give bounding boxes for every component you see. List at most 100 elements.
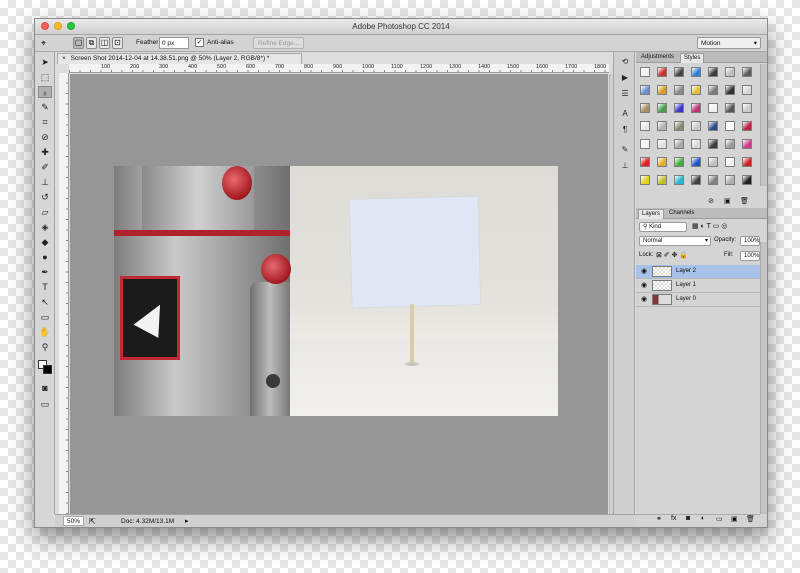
style-swatch[interactable] [657,103,667,113]
style-swatch[interactable] [691,139,701,149]
new-selection-button[interactable]: ▢ [73,37,84,49]
style-swatch[interactable] [742,139,752,149]
chevron-right-icon[interactable]: ▸ [185,515,189,527]
style-swatch[interactable] [725,175,735,185]
clone-stamp-tool[interactable]: ⊥ [38,176,52,188]
style-swatch[interactable] [691,67,701,77]
style-swatch[interactable] [708,121,718,131]
style-swatch[interactable] [725,85,735,95]
dodge-tool[interactable]: ● [38,251,52,263]
style-swatch[interactable] [657,85,667,95]
history-brush-tool[interactable]: ↺ [38,191,52,203]
style-swatch[interactable] [708,103,718,113]
style-swatch[interactable] [708,85,718,95]
trash-icon[interactable]: 🗑 [740,197,749,207]
layer-kind-filter[interactable]: ⚲ Kind [639,222,687,232]
fill-input[interactable]: 100% [740,251,760,261]
style-swatch[interactable] [742,85,752,95]
style-swatch[interactable] [691,175,701,185]
new-style-icon[interactable]: ▣ [724,197,731,207]
adjustment-layer-icon[interactable]: ◐ [701,515,705,522]
eye-icon[interactable]: ◉ [639,279,649,292]
style-swatch[interactable] [640,175,650,185]
tab-styles[interactable]: Styles [680,53,705,63]
style-swatch[interactable] [691,85,701,95]
style-swatch[interactable] [708,67,718,77]
type-tool[interactable]: T [38,281,52,293]
style-swatch[interactable] [674,67,684,77]
layer-row[interactable]: ◉ Layer 0 [636,293,760,307]
eraser-tool[interactable]: ▱ [38,206,52,218]
layer-style-icon[interactable]: fx [671,515,676,522]
blur-tool[interactable]: ◆ [38,236,52,248]
workspace-select[interactable]: Motion ▾ [697,37,761,49]
properties-panel-icon[interactable]: ☰ [618,88,632,100]
add-selection-button[interactable]: ⧉ [86,37,97,49]
style-swatch[interactable] [640,103,650,113]
layer-row[interactable]: ◉ Layer 1 [636,279,760,293]
style-swatch[interactable] [691,121,701,131]
actions-panel-icon[interactable]: ▶ [618,72,632,84]
style-swatch[interactable] [674,121,684,131]
clone-source-icon[interactable]: ⊥ [618,160,632,172]
layer-mask-icon[interactable]: ◙ [686,515,690,522]
style-swatch[interactable] [691,157,701,167]
styles-scrollbar[interactable] [760,64,767,186]
style-swatch[interactable] [742,175,752,185]
eye-icon[interactable]: ◉ [639,293,649,306]
paint-bucket-tool[interactable]: ◈ [38,221,52,233]
link-layers-icon[interactable]: ⚭ [656,515,662,523]
style-swatch[interactable] [725,139,735,149]
new-layer-icon[interactable]: ▣ [731,515,738,523]
refine-edge-button[interactable]: Refine Edge... [253,37,305,49]
pen-tool[interactable]: ✒ [38,266,52,278]
hand-tool[interactable]: ✋ [38,326,52,338]
tab-adjustments[interactable]: Adjustments [638,53,677,63]
paragraph-panel-icon[interactable]: ¶ [618,124,632,136]
quick-selection-tool[interactable]: ✎ [38,101,52,113]
style-swatch[interactable] [725,67,735,77]
clear-style-icon[interactable]: ⊘ [708,197,714,207]
style-swatch[interactable] [674,85,684,95]
lasso-tool[interactable]: ♁ [38,86,52,98]
share-icon[interactable]: ⇱ [89,515,96,527]
zoom-level-field[interactable]: 50% [63,516,85,526]
style-swatch[interactable] [640,67,650,77]
style-swatch[interactable] [657,139,667,149]
close-tab-icon[interactable]: × [62,55,66,62]
anti-alias-checkbox[interactable]: ✓ [195,38,204,47]
document-info[interactable]: Doc: 4.32M/13.1M [121,515,174,527]
style-swatch[interactable] [742,103,752,113]
document-tab[interactable]: × Screen Shot 2014-12-04 at 14.38.51.png… [57,53,302,64]
style-swatch[interactable] [742,157,752,167]
background-color-swatch[interactable] [43,365,52,374]
layers-scrollbar[interactable] [760,242,767,514]
crop-tool[interactable]: ⌗ [38,116,52,128]
intersect-selection-button[interactable]: ⊡ [112,37,123,49]
style-swatch[interactable] [674,139,684,149]
style-swatch[interactable] [708,139,718,149]
document-image[interactable] [114,166,558,416]
style-swatch[interactable] [674,175,684,185]
tab-layers[interactable]: Layers [638,209,665,219]
style-swatch[interactable] [640,121,650,131]
eyedropper-tool[interactable]: ⊘ [38,131,52,143]
screen-mode-icon[interactable]: ▭ [38,398,52,410]
eye-icon[interactable]: ◉ [639,265,649,278]
style-swatch[interactable] [742,121,752,131]
trash-icon[interactable]: 🗑 [746,515,755,523]
style-swatch[interactable] [708,157,718,167]
style-swatch[interactable] [640,85,650,95]
blend-mode-select[interactable]: Normal ▾ [639,236,711,246]
path-selection-tool[interactable]: ↖ [38,296,52,308]
brush-panel-icon[interactable]: ✎ [618,144,632,156]
style-swatch[interactable] [674,157,684,167]
shape-tool[interactable]: ▭ [38,311,52,323]
move-tool[interactable]: ➤ [38,56,52,68]
style-swatch[interactable] [657,67,667,77]
layer-filter-icons[interactable]: ▦ ◐ T ▭ ◎ [692,222,758,232]
style-swatch[interactable] [725,121,735,131]
style-swatch[interactable] [674,103,684,113]
style-swatch[interactable] [708,175,718,185]
polygonal-lasso-icon[interactable]: ⌖ [41,37,57,49]
